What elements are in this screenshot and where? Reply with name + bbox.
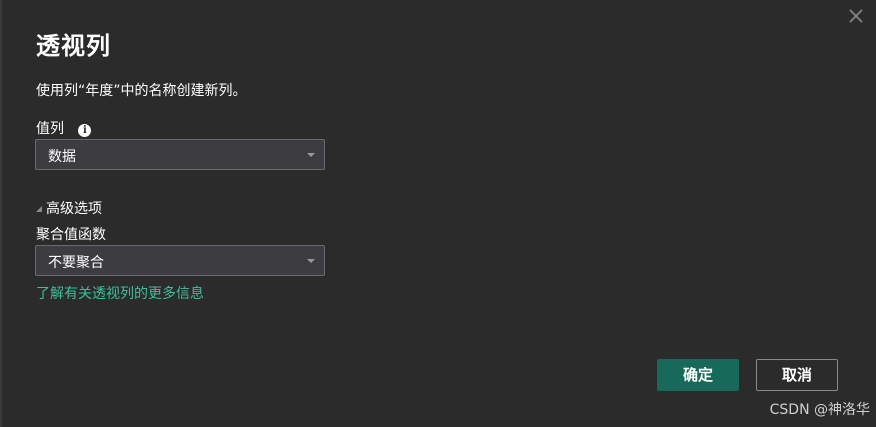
aggregate-function-select[interactable]: 不要聚合 [35,245,325,276]
info-icon[interactable]: i [78,124,92,137]
close-icon [849,9,863,23]
watermark: CSDN @神洛华 [769,402,870,418]
chevron-down-icon [307,153,315,157]
pivot-column-dialog: 透视列 使用列“年度”中的名称创建新列。 值列 i 数据 高级选项 聚合值函数 … [0,0,876,427]
expand-triangle-icon [36,206,42,212]
chevron-down-icon [307,259,315,263]
aggregate-function-label: 聚合值函数 [36,227,106,243]
left-edge-divider [0,0,2,427]
advanced-options-label: 高级选项 [46,201,102,217]
advanced-options-toggle[interactable]: 高级选项 [36,198,102,218]
values-column-label: 值列 [36,121,64,137]
dialog-title: 透视列 [36,32,111,60]
values-column-label-row: 值列 i [36,118,92,138]
ok-button[interactable]: 确定 [657,359,739,391]
dialog-description: 使用列“年度”中的名称创建新列。 [36,83,247,99]
values-column-select[interactable]: 数据 [35,139,325,170]
cancel-button[interactable]: 取消 [756,359,838,391]
values-column-selected-value: 数据 [48,149,76,165]
close-button[interactable] [846,6,866,26]
aggregate-function-selected-value: 不要聚合 [48,255,104,271]
learn-more-link[interactable]: 了解有关透视列的更多信息 [36,283,204,303]
